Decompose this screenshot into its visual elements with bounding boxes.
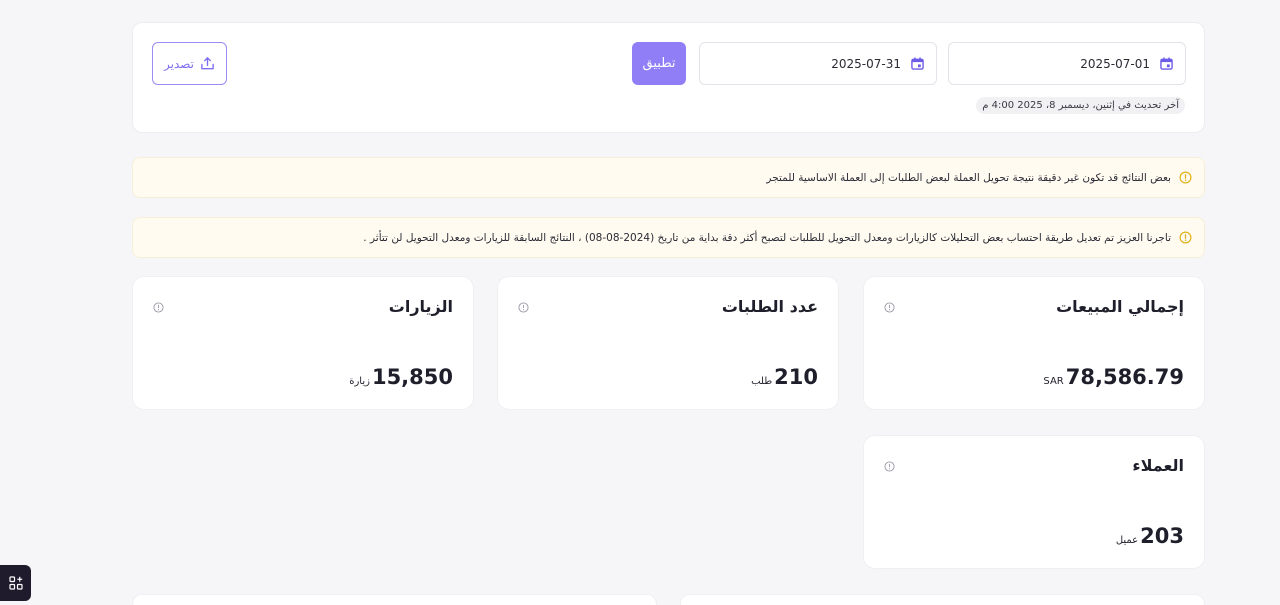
chart-card-right: [680, 594, 1205, 605]
apps-add-icon: [8, 576, 23, 590]
stat-card-total-sales: إجمالي المبيعات 78,586.79 SAR: [863, 276, 1205, 410]
stat-value-group: 203 عميل: [1116, 524, 1184, 548]
stat-unit: طلب: [751, 376, 773, 387]
calendar-icon: [1160, 57, 1173, 70]
stat-title: عدد الطلبات: [721, 297, 818, 316]
stat-value: 210: [774, 365, 818, 389]
stat-card-visits: الزيارات 15,850 زيارة: [132, 276, 474, 410]
stat-value-group: 210 طلب: [751, 365, 818, 389]
apps-widget-button[interactable]: [0, 565, 31, 601]
last-updated-badge: آخر تحديث في إثنين، ديسمبر 8، 2025 4:00 …: [976, 97, 1185, 114]
info-icon[interactable]: [518, 302, 529, 313]
stat-value: 203: [1140, 524, 1184, 548]
alert-circle-icon: [1179, 231, 1192, 244]
from-date-value: 2025-07-01: [1080, 56, 1150, 71]
alert-circle-icon: [1179, 171, 1192, 184]
stat-title: العملاء: [1132, 456, 1184, 475]
calendar-icon: [911, 57, 924, 70]
export-button[interactable]: تصدير: [152, 42, 227, 85]
stat-title: الزيارات: [388, 297, 453, 316]
currency-notice: بعض النتائج قد تكون غير دقيقة نتيجة تحوي…: [132, 157, 1205, 198]
info-icon[interactable]: [153, 302, 164, 313]
stat-value: 15,850: [371, 365, 453, 389]
upload-icon: [201, 57, 214, 70]
stat-unit: زيارة: [349, 376, 370, 387]
stat-unit: SAR: [1043, 376, 1064, 387]
stat-card-orders: عدد الطلبات 210 طلب: [497, 276, 839, 410]
stat-title: إجمالي المبيعات: [1056, 297, 1184, 316]
export-label: تصدير: [163, 56, 194, 71]
notice-text: تاجرنا العزيز تم تعديل طريقة احتساب بعض …: [363, 231, 1171, 244]
from-date-field[interactable]: 2025-07-01: [948, 42, 1186, 85]
to-date-field[interactable]: 2025-07-31: [699, 42, 937, 85]
notice-text: بعض النتائج قد تكون غير دقيقة نتيجة تحوي…: [766, 171, 1171, 184]
info-icon[interactable]: [884, 302, 895, 313]
chart-card-left: [132, 594, 657, 605]
stat-value-group: 15,850 زيارة: [349, 365, 453, 389]
apply-button[interactable]: تطبيق: [632, 42, 686, 85]
stat-unit: عميل: [1115, 535, 1139, 546]
filter-card: 2025-07-01 2025-07-31 تطبيق تصدير آخر تح…: [132, 22, 1205, 133]
info-icon[interactable]: [884, 461, 895, 472]
stat-card-customers: العملاء 203 عميل: [863, 435, 1205, 569]
stat-value: 78,586.79: [1065, 365, 1184, 389]
analytics-change-notice: تاجرنا العزيز تم تعديل طريقة احتساب بعض …: [132, 217, 1205, 258]
to-date-value: 2025-07-31: [831, 56, 901, 71]
stat-value-group: 78,586.79 SAR: [1043, 365, 1184, 389]
